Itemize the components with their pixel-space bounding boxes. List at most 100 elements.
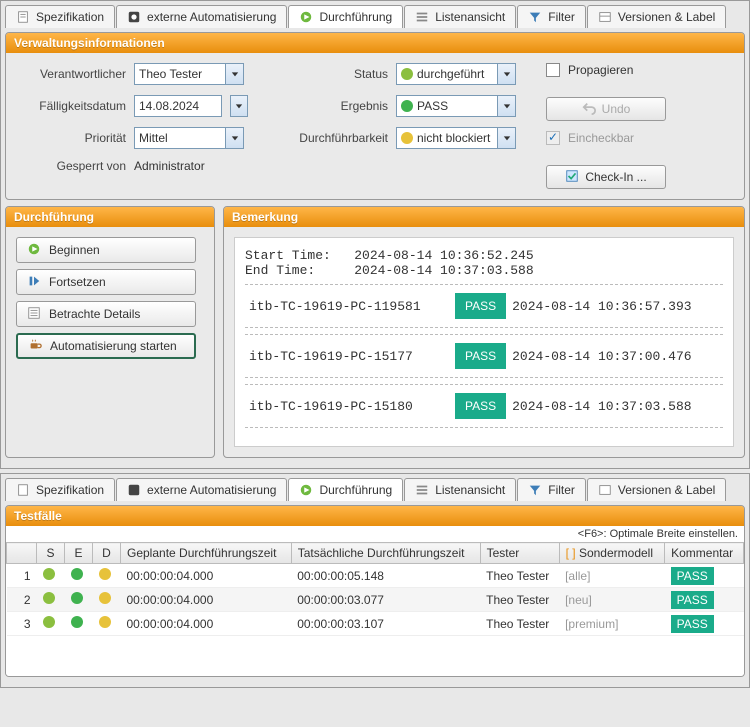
tab-listenansicht[interactable]: Listenansicht: [404, 478, 516, 501]
select-prioritaet[interactable]: Mittel: [134, 127, 244, 149]
col-s[interactable]: S: [37, 543, 65, 564]
cell-d: [93, 588, 121, 612]
cell-sonder: [neu]: [559, 588, 665, 612]
pass-badge: PASS: [671, 567, 714, 585]
label-propagieren: Propagieren: [568, 63, 633, 77]
tab-spezifikation[interactable]: Spezifikation: [5, 5, 115, 28]
undo-button[interactable]: Undo: [546, 97, 666, 121]
tab-durchfuehrung[interactable]: Durchführung: [288, 5, 403, 28]
details-button[interactable]: Betrachte Details: [16, 301, 196, 327]
bemerkung-text-area[interactable]: Start Time: 2024-08-14 10:36:52.245 End …: [234, 237, 734, 447]
cell-actual: 00:00:00:03.077: [291, 588, 480, 612]
bemerkung-wrapper: Start Time: 2024-08-14 10:36:52.245 End …: [224, 227, 744, 457]
cell-s: [37, 564, 65, 588]
tab-label: Durchführung: [319, 483, 392, 497]
col-tester[interactable]: Tester: [480, 543, 559, 564]
col-e[interactable]: E: [65, 543, 93, 564]
cell-e: [65, 588, 93, 612]
col-kommentar[interactable]: Kommentar: [665, 543, 744, 564]
col-sonder[interactable]: [ ] Sondermodell: [559, 543, 665, 564]
select-verantwortlicher[interactable]: Theo Tester: [134, 63, 244, 85]
step-row: itb-TC-19619-PC-119581PASS2024-08-14 10:…: [245, 284, 723, 328]
checkin-button[interactable]: Check-In ...: [546, 165, 666, 189]
checkbox-propagieren[interactable]: [546, 63, 560, 77]
tab-filter[interactable]: Filter: [517, 478, 586, 501]
fortsetzen-button[interactable]: Fortsetzen: [16, 269, 196, 295]
table-row[interactable]: 100:00:00:04.00000:00:00:05.148Theo Test…: [7, 564, 744, 588]
cell-sonder: [premium]: [559, 612, 665, 636]
tab-bar-lower: Spezifikation externe Automatisierung Du…: [5, 478, 745, 501]
btn-label: Beginnen: [49, 243, 100, 257]
label-gesperrt-von: Gesperrt von: [16, 159, 126, 173]
cell-kommentar: PASS: [665, 588, 744, 612]
col-d[interactable]: D: [93, 543, 121, 564]
col-actual[interactable]: Tatsächliche Durchführungszeit: [291, 543, 480, 564]
cell-tester: Theo Tester: [480, 564, 559, 588]
cell-num: 2: [7, 588, 37, 612]
play-icon: [299, 10, 313, 24]
step-timestamp: 2024-08-14 10:37:03.588: [512, 399, 719, 414]
end-time-label: End Time:: [245, 263, 315, 278]
beginnen-button[interactable]: Beginnen: [16, 237, 196, 263]
chevron-down-icon: [497, 64, 515, 84]
tab-externe-automatisierung[interactable]: externe Automatisierung: [116, 5, 287, 28]
start-time-value: 2024-08-14 10:36:52.245: [354, 248, 533, 263]
upper-window: Spezifikation externe Automatisierung Du…: [0, 0, 750, 469]
step-row: itb-TC-19619-PC-15177PASS2024-08-14 10:3…: [245, 334, 723, 378]
automatisierung-starten-button[interactable]: Automatisierung starten: [16, 333, 196, 359]
testfaelle-body: <F6>: Optimale Breite einstellen. S E D …: [6, 526, 744, 676]
filter-icon: [528, 483, 542, 497]
status-dot-icon: [43, 568, 55, 580]
list-icon: [415, 483, 429, 497]
cell-tester: Theo Tester: [480, 612, 559, 636]
value-gesperrt-von: Administrator: [134, 159, 205, 173]
end-time-row: End Time: 2024-08-14 10:37:03.588: [245, 263, 723, 278]
cell-e: [65, 564, 93, 588]
cell-planned: 00:00:00:04.000: [121, 588, 292, 612]
details-icon: [27, 306, 41, 323]
tab-spezifikation[interactable]: Spezifikation: [5, 478, 115, 501]
select-ergebnis[interactable]: PASS: [396, 95, 516, 117]
panel-header: Verwaltungsinformationen: [6, 33, 744, 53]
pass-badge: PASS: [455, 293, 506, 319]
tab-versionen[interactable]: Versionen & Label: [587, 478, 726, 501]
date-picker-button[interactable]: [230, 95, 248, 117]
table-row[interactable]: 200:00:00:04.00000:00:00:03.077Theo Test…: [7, 588, 744, 612]
panel-header: Testfälle: [6, 506, 744, 526]
input-faelligkeitsdatum[interactable]: 14.08.2024: [134, 95, 222, 117]
tab-label: Durchführung: [319, 10, 392, 24]
col-num[interactable]: [7, 543, 37, 564]
tab-label: externe Automatisierung: [147, 483, 276, 497]
coffee-icon: [28, 338, 42, 355]
select-value: Theo Tester: [139, 67, 202, 81]
tab-label: Listenansicht: [435, 10, 505, 24]
table-row[interactable]: 300:00:00:04.00000:00:00:03.107Theo Test…: [7, 612, 744, 636]
tab-label: Spezifikation: [36, 483, 104, 497]
cell-kommentar: PASS: [665, 612, 744, 636]
tab-versionen[interactable]: Versionen & Label: [587, 5, 726, 28]
cell-sonder: [alle]: [559, 564, 665, 588]
tab-label: Filter: [548, 483, 575, 497]
testcases-table: S E D Geplante Durchführungszeit Tatsäch…: [6, 542, 744, 636]
tab-durchfuehrung[interactable]: Durchführung: [288, 478, 403, 501]
start-time-label: Start Time:: [245, 248, 331, 263]
select-value: nicht blockiert: [417, 131, 490, 145]
pass-badge: PASS: [671, 615, 714, 633]
tab-listenansicht[interactable]: Listenansicht: [404, 5, 516, 28]
chevron-down-icon: [225, 64, 243, 84]
status-dot-icon: [43, 592, 55, 604]
panel-testfaelle: Testfälle <F6>: Optimale Breite einstell…: [5, 505, 745, 677]
step-id: itb-TC-19619-PC-15180: [249, 399, 449, 414]
col-planned[interactable]: Geplante Durchführungszeit: [121, 543, 292, 564]
tab-externe-automatisierung[interactable]: externe Automatisierung: [116, 478, 287, 501]
label-ergebnis: Ergebnis: [278, 99, 388, 113]
document-icon: [16, 10, 30, 24]
select-durchfuehrbarkeit[interactable]: nicht blockiert: [396, 127, 516, 149]
checkbox-eincheckbar: [546, 131, 560, 145]
cell-actual: 00:00:00:03.107: [291, 612, 480, 636]
select-status[interactable]: durchgeführt: [396, 63, 516, 85]
tab-filter[interactable]: Filter: [517, 5, 586, 28]
tab-label: Versionen & Label: [618, 483, 715, 497]
panel-verwaltungsinformationen: Verwaltungsinformationen Verantwortliche…: [5, 32, 745, 200]
tag-icon: [598, 483, 612, 497]
